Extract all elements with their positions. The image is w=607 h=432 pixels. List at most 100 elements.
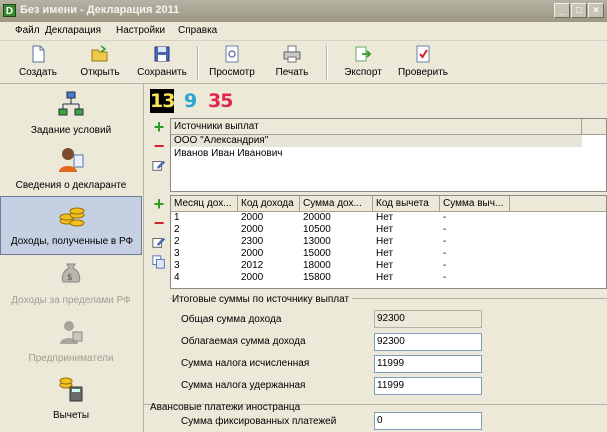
- table-cell: 20000: [303, 212, 331, 223]
- table-cell: -: [443, 260, 447, 271]
- close-button[interactable]: ×: [588, 3, 604, 18]
- open-label: Открыть: [80, 67, 120, 78]
- totals-title: Итоговые суммы по источнику выплат: [172, 294, 353, 305]
- tax-withheld-field[interactable]: 11999: [374, 377, 482, 395]
- table-cell: 2: [174, 224, 180, 235]
- table-cell: 2000: [241, 224, 264, 235]
- source-name: ООО "Александрия": [174, 135, 269, 146]
- taxable-income-field[interactable]: 92300: [374, 333, 482, 351]
- title-bar: D Без имени - Декларация 2011 _ □ ×: [0, 0, 607, 22]
- table-row[interactable]: 3 2000 15000 Нет -: [171, 248, 606, 260]
- table-cell: 2: [174, 236, 180, 247]
- table-cell: -: [443, 236, 447, 247]
- printer-icon: [283, 45, 301, 63]
- edit-source-icon[interactable]: [150, 156, 168, 174]
- table-row[interactable]: ООО "Александрия": [171, 135, 582, 147]
- add-source-icon[interactable]: +: [150, 118, 168, 136]
- tax-withheld-label: Сумма налога удержанная: [181, 380, 306, 391]
- table-cell: 2000: [241, 272, 264, 283]
- column-header-deduction-code[interactable]: Код вычета: [373, 196, 440, 211]
- rate-9-button[interactable]: 9: [184, 89, 197, 113]
- table-cell: Нет: [376, 272, 394, 283]
- sources-table: Источники выплат ООО "Александрия" Ивано…: [170, 118, 607, 192]
- check-icon: [416, 45, 430, 63]
- table-cell: 3: [174, 248, 180, 259]
- menu-bar: Файл Декларация Настройки Справка: [0, 22, 607, 41]
- sidebar-item-declarant[interactable]: Сведения о декларанте: [0, 141, 142, 197]
- table-cell: 2000: [241, 212, 264, 223]
- floppy-disk-icon: [154, 46, 170, 62]
- export-button[interactable]: Экспорт: [338, 44, 388, 82]
- rate-13-button[interactable]: 13: [150, 89, 175, 113]
- table-row[interactable]: 1 2000 20000 Нет -: [171, 212, 606, 224]
- table-cell: -: [443, 248, 447, 259]
- remove-source-icon[interactable]: −: [150, 137, 168, 155]
- sources-column-header[interactable]: Источники выплат: [171, 119, 582, 134]
- menu-file[interactable]: Файл: [15, 25, 40, 36]
- save-button[interactable]: Сохранить: [134, 44, 190, 82]
- tax-calculated-field[interactable]: 11999: [374, 355, 482, 373]
- add-income-icon[interactable]: +: [150, 195, 168, 213]
- fixed-payments-field[interactable]: 0: [374, 412, 482, 430]
- minimize-button[interactable]: _: [554, 3, 570, 18]
- sidebar-item-label: Вычеты: [52, 410, 90, 421]
- menu-help[interactable]: Справка: [178, 25, 217, 36]
- money-bag-icon: $: [61, 263, 81, 283]
- app-icon: D: [3, 4, 16, 17]
- menu-settings[interactable]: Настройки: [116, 25, 165, 36]
- print-button[interactable]: Печать: [270, 44, 314, 82]
- person-icon: [59, 148, 84, 172]
- source-name: Иванов Иван Иванович: [174, 148, 283, 159]
- column-header-income-code[interactable]: Код дохода: [238, 196, 300, 211]
- advance-title: Авансовые платежи иностранца: [150, 402, 301, 413]
- sidebar-item-income-abroad[interactable]: $ Доходы за пределами РФ: [0, 256, 142, 312]
- export-label: Экспорт: [344, 67, 382, 78]
- sources-header: Источники выплат: [171, 119, 606, 135]
- preview-button[interactable]: Просмотр: [206, 44, 258, 82]
- table-cell: 10500: [303, 224, 331, 235]
- sources-actions: + −: [150, 118, 168, 178]
- table-cell: 13000: [303, 236, 331, 247]
- toolbar: Создать Открыть Сохранить Просмотр Печат…: [0, 41, 607, 84]
- open-folder-icon: [91, 45, 108, 62]
- open-button[interactable]: Открыть: [76, 44, 124, 82]
- table-row[interactable]: 3 2012 18000 Нет -: [171, 260, 606, 272]
- column-header-deduction-sum[interactable]: Сумма выч...: [440, 196, 510, 211]
- svg-text:$: $: [67, 273, 73, 283]
- table-cell: 2000: [241, 248, 264, 259]
- create-button[interactable]: Создать: [14, 44, 62, 82]
- edit-income-icon[interactable]: [150, 233, 168, 251]
- fixed-payments-label: Сумма фиксированных платежей: [181, 416, 337, 427]
- table-cell: Нет: [376, 260, 394, 271]
- copy-income-icon[interactable]: [150, 253, 168, 271]
- table-cell: Нет: [376, 212, 394, 223]
- calculator-coins-icon: [59, 377, 83, 402]
- sidebar-item-deductions[interactable]: Вычеты: [0, 371, 142, 427]
- menu-declaration[interactable]: Декларация: [45, 25, 101, 36]
- maximize-button[interactable]: □: [571, 3, 587, 18]
- export-icon: [355, 46, 372, 62]
- income-table: Месяц дох... Код дохода Сумма дох... Код…: [170, 195, 607, 289]
- save-label: Сохранить: [137, 67, 187, 78]
- column-header-month[interactable]: Месяц дох...: [171, 196, 238, 211]
- rate-35-button[interactable]: 35: [208, 89, 233, 113]
- preview-icon: [225, 45, 239, 63]
- table-cell: -: [443, 272, 447, 283]
- sidebar-item-conditions[interactable]: Задание условий: [0, 86, 142, 142]
- sidebar-item-label: Сведения о декларанте: [15, 180, 127, 191]
- check-button[interactable]: Проверить: [394, 44, 452, 82]
- remove-income-icon[interactable]: −: [150, 214, 168, 232]
- table-cell: 1: [174, 212, 180, 223]
- income-actions: + −: [150, 195, 168, 275]
- table-row[interactable]: 2 2000 10500 Нет -: [171, 224, 606, 236]
- create-label: Создать: [18, 67, 57, 78]
- table-row[interactable]: Иванов Иван Иванович: [171, 148, 606, 160]
- sidebar: Задание условий Сведения о декларанте До…: [0, 84, 144, 432]
- sidebar-item-entrepreneurs[interactable]: Предприниматели: [0, 314, 142, 370]
- table-cell: Нет: [376, 248, 394, 259]
- table-cell: -: [443, 212, 447, 223]
- sidebar-item-income-rf[interactable]: Доходы, полученные в РФ: [0, 196, 142, 255]
- table-row[interactable]: 4 2000 15800 Нет -: [171, 272, 606, 284]
- table-row[interactable]: 2 2300 13000 Нет -: [171, 236, 606, 248]
- column-header-income-sum[interactable]: Сумма дох...: [300, 196, 373, 211]
